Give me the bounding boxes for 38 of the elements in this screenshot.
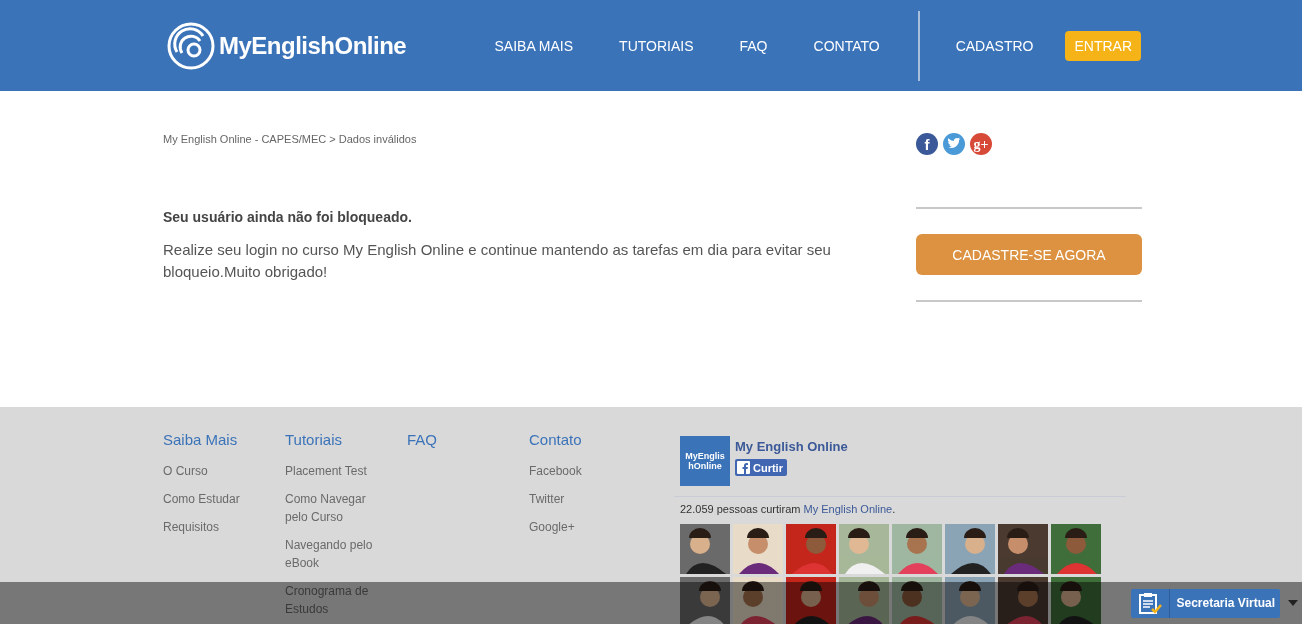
signup-now-button[interactable]: CADASTRE-SE AGORA: [916, 234, 1142, 275]
bird-icon[interactable]: [943, 133, 965, 155]
page-link[interactable]: My English Online: [803, 503, 893, 515]
footer-link[interactable]: Requisitos: [163, 518, 263, 536]
footer-link[interactable]: Facebook: [529, 462, 629, 480]
footer-heading[interactable]: FAQ: [407, 431, 529, 448]
footer-link[interactable]: Cronograma de Estudos: [285, 582, 385, 618]
message-title: Seu usuário ainda não foi bloqueado.: [163, 209, 413, 225]
nav-link[interactable]: TUTORIAIS: [619, 37, 694, 54]
footer-link[interactable]: O Curso: [163, 462, 263, 480]
footer-link[interactable]: Navegando pelo eBook: [285, 536, 385, 572]
footer-link[interactable]: Placement Test: [285, 462, 385, 480]
f-logo-icon[interactable]: f: [916, 133, 938, 155]
footer-link[interactable]: Como Navegar pelo Curso: [285, 490, 385, 526]
g-plus-icon[interactable]: g+: [970, 133, 992, 155]
nav-link[interactable]: SAIBA MAIS: [494, 37, 574, 54]
clipboard-icon: [1137, 592, 1164, 614]
secretaria-button[interactable]: Secretaria Virtual: [1131, 588, 1280, 618]
logo-text[interactable]: MyEnglishOnline: [219, 31, 407, 60]
nav-link[interactable]: FAQ: [739, 37, 768, 54]
thumbnail-text: MyEnglishOnline: [684, 451, 726, 471]
signup-link[interactable]: CADASTRO: [955, 37, 1034, 54]
logo-icon: [167, 21, 215, 70]
breadcrumb: My English Online - CAPES/MEC > Dados inválidos: [163, 133, 418, 145]
like-button[interactable]: Curtir: [735, 459, 787, 476]
footer-link[interactable]: Google+: [529, 518, 629, 536]
footer-link[interactable]: Twitter: [529, 490, 629, 508]
footer-heading[interactable]: Saiba Mais: [163, 431, 285, 448]
page-name-link[interactable]: My English Online: [735, 439, 848, 454]
message-text: Realize seu login no curso My English Online e continue mantendo as tarefas em dia para evitar seu bloqueio.Muito obrigado!: [163, 240, 832, 282]
footer-link[interactable]: Como Estudar: [163, 490, 263, 508]
footer-heading[interactable]: Tutoriais: [285, 431, 407, 448]
f-square-icon: [737, 461, 750, 474]
caret-icon[interactable]: [1288, 600, 1298, 606]
likes-count-text: 22.059 pessoas curtiram My English Online.: [679, 503, 897, 515]
page-thumbnail[interactable]: MyEnglishOnline: [680, 436, 730, 486]
footer-heading[interactable]: Contato: [529, 431, 651, 448]
nav-link[interactable]: CONTATO: [813, 37, 880, 54]
